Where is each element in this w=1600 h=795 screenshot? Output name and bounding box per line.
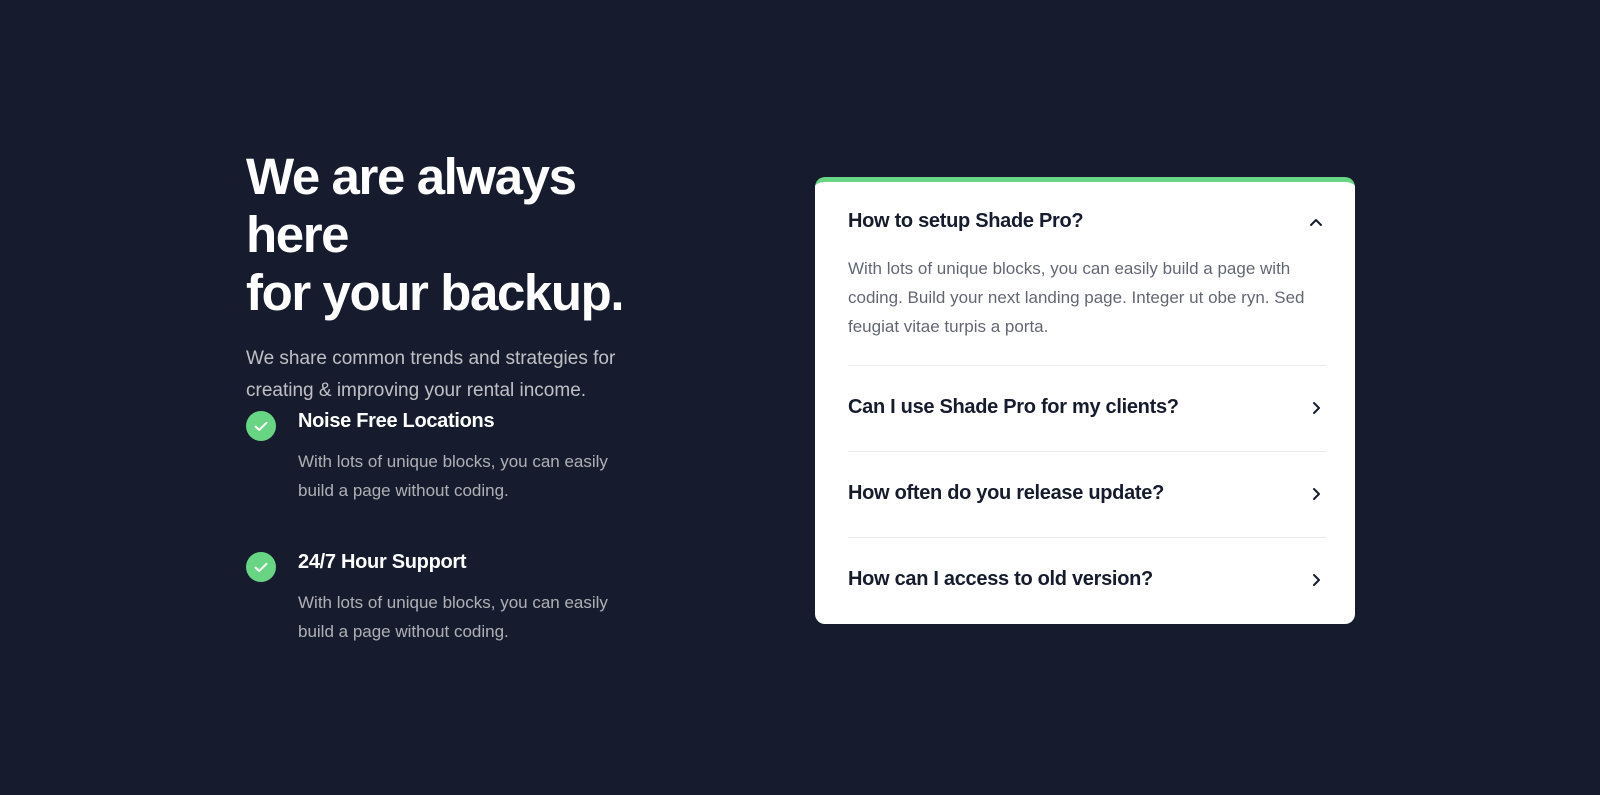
headline-line-1: We are always here [246,148,577,263]
faq-answer: With lots of unique blocks, you can easi… [848,259,1305,336]
divider [848,365,1326,366]
faq-question[interactable]: How often do you release update? [848,479,1326,507]
chevron-right-icon[interactable] [1308,572,1324,588]
hero-subtext: We share common trends and strategies fo… [246,348,616,401]
faq-accordion: How to setup Shade Pro? With lots of uni… [815,177,1355,624]
faq-question[interactable]: How to setup Shade Pro? [848,207,1326,235]
headline-line-2: for your backup. [246,264,625,321]
hero-section: We are always here for your backup. We s… [246,148,686,641]
feature-title: Noise Free Locations [298,410,495,432]
check-circle-icon [246,552,276,582]
faq-item-setup[interactable]: How to setup Shade Pro? With lots of uni… [848,207,1326,341]
chevron-right-icon[interactable] [1308,486,1324,502]
page-title: We are always here for your backup. [246,148,686,322]
faq-item-clients[interactable]: Can I use Shade Pro for my clients? [848,393,1326,421]
faq-item-old-version[interactable]: How can I access to old version? [848,565,1326,593]
divider [848,537,1326,538]
chevron-right-icon[interactable] [1308,400,1324,416]
faq-question[interactable]: How can I access to old version? [848,565,1326,593]
feature-title: 24/7 Hour Support [298,551,467,573]
divider [848,451,1326,452]
check-circle-icon [246,411,276,441]
faq-item-updates[interactable]: How often do you release update? [848,479,1326,507]
chevron-up-icon[interactable] [1308,214,1324,230]
faq-question[interactable]: Can I use Shade Pro for my clients? [848,393,1326,421]
feature-description: With lots of unique blocks, you can easi… [298,452,608,500]
feature-description: With lots of unique blocks, you can easi… [298,593,608,641]
